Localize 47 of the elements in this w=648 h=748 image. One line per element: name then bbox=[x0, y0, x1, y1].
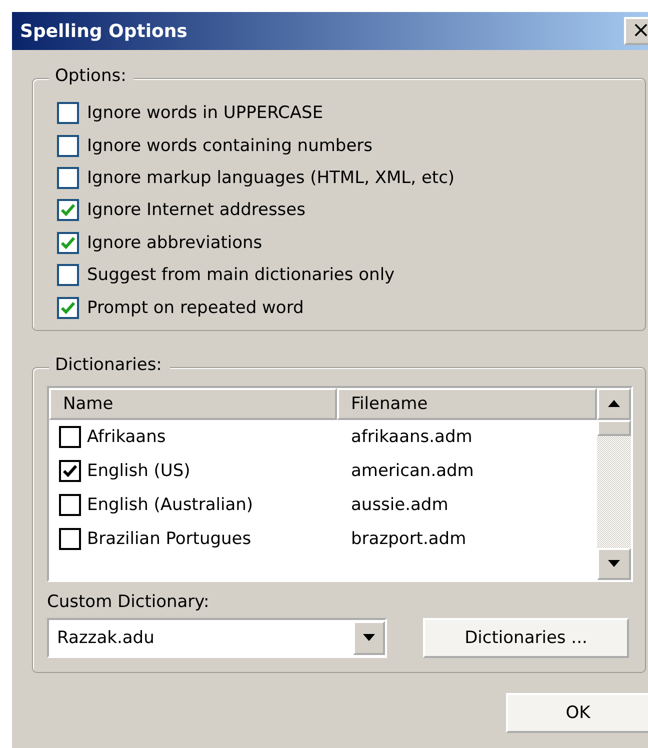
table-cell: English (Australian) bbox=[87, 494, 254, 515]
checkbox[interactable] bbox=[57, 166, 79, 189]
checkbox[interactable] bbox=[57, 232, 79, 254]
table-cell: Afrikaans bbox=[87, 426, 166, 447]
check-icon bbox=[61, 302, 75, 314]
scroll-thumb[interactable] bbox=[597, 420, 631, 436]
checkbox-label: Ignore abbreviations bbox=[87, 232, 262, 253]
dictionaries-button[interactable]: Dictionaries ... bbox=[423, 618, 629, 658]
checkbox-label: Ignore markup languages (HTML, XML, etc) bbox=[87, 168, 455, 188]
table-cell-text: aussie.adm bbox=[350, 494, 450, 515]
dropdown-button[interactable] bbox=[353, 620, 385, 655]
column-header[interactable]: Name bbox=[49, 388, 337, 420]
dropdown-field[interactable]: Razzak.adu bbox=[47, 618, 387, 658]
table-cell-text: american.adm bbox=[350, 460, 475, 481]
checkbox[interactable] bbox=[59, 528, 81, 550]
checkbox-label: Ignore words in UPPERCASE bbox=[87, 103, 324, 124]
table-cell: English (US) bbox=[87, 460, 190, 481]
scroll-down-button[interactable] bbox=[597, 548, 631, 580]
check-icon bbox=[63, 464, 77, 477]
checkbox[interactable] bbox=[57, 264, 79, 286]
group-label: Options: bbox=[49, 66, 134, 86]
scroll-up-button[interactable] bbox=[597, 388, 631, 420]
checkbox[interactable] bbox=[59, 426, 81, 448]
check-icon bbox=[61, 236, 75, 249]
checkbox[interactable] bbox=[59, 460, 81, 482]
close-button[interactable]: × bbox=[624, 17, 648, 45]
field-label: Custom Dictionary: bbox=[47, 592, 210, 612]
checkbox[interactable] bbox=[57, 134, 79, 157]
ok-button[interactable]: OK bbox=[506, 692, 648, 733]
checkbox-label: Prompt on repeated word bbox=[87, 298, 304, 318]
down-arrow-icon bbox=[608, 560, 620, 568]
check-icon bbox=[61, 204, 75, 216]
table-cell-text: afrikaans.adm bbox=[350, 426, 474, 447]
down-arrow-icon bbox=[363, 634, 375, 642]
table-cell: Brazilian Portugues bbox=[87, 528, 252, 549]
checkbox[interactable] bbox=[59, 494, 81, 516]
column-header[interactable]: Filename bbox=[337, 388, 597, 420]
checkbox[interactable] bbox=[57, 102, 79, 124]
checkbox-label: Ignore Internet addresses bbox=[87, 200, 306, 220]
checkbox[interactable] bbox=[57, 199, 79, 222]
table-cell-text: brazport.adm bbox=[350, 528, 468, 549]
window-title: Spelling Options bbox=[20, 20, 188, 42]
checkbox[interactable] bbox=[57, 296, 79, 319]
checkbox-label: Ignore words containing numbers bbox=[87, 136, 373, 156]
checkbox-label: Suggest from main dictionaries only bbox=[87, 265, 395, 286]
up-arrow-icon bbox=[608, 400, 620, 408]
scrollbar[interactable] bbox=[597, 388, 631, 580]
